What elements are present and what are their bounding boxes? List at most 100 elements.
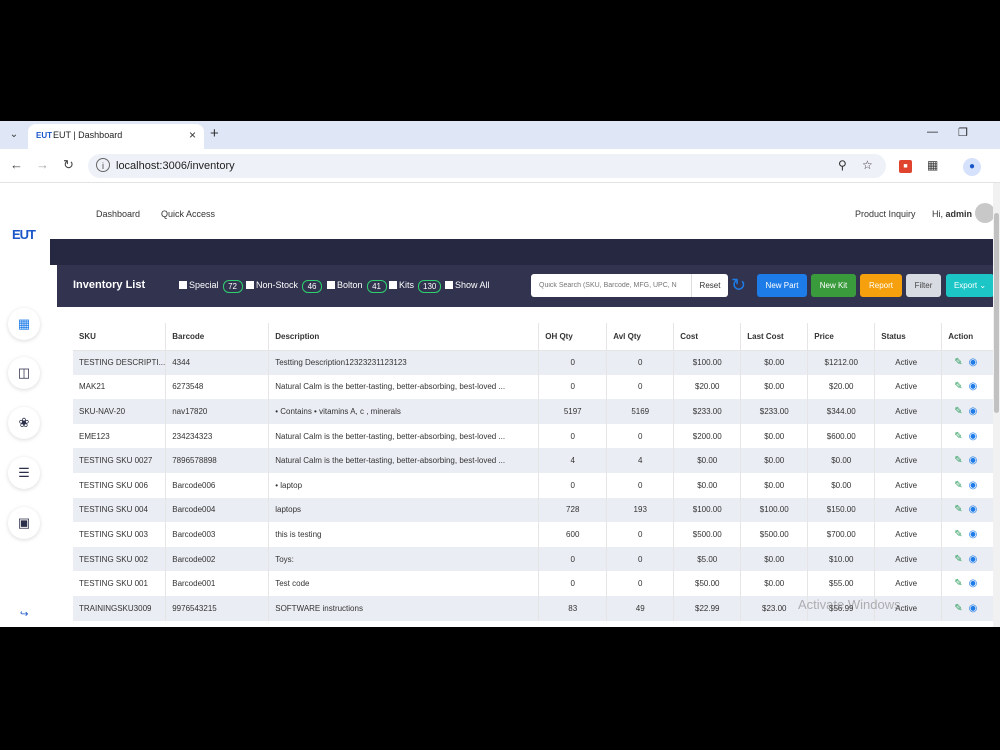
table-row[interactable]: TESTING SKU 003 Barcode003 this is testing… bbox=[73, 522, 998, 547]
logout-icon[interactable]: ↪ bbox=[20, 609, 28, 620]
tab-close-icon[interactable]: × bbox=[189, 128, 196, 142]
edit-pencil-icon[interactable]: ✎ bbox=[954, 603, 962, 614]
edit-pencil-icon[interactable]: ✎ bbox=[954, 504, 962, 515]
view-eye-icon[interactable]: ◉ bbox=[969, 431, 978, 442]
col-header-cost[interactable]: Cost bbox=[673, 323, 742, 351]
table-row[interactable]: TESTING SKU 001 Barcode001 Test code 0 0 $50.… bbox=[73, 571, 998, 596]
view-eye-icon[interactable]: ◉ bbox=[969, 554, 978, 565]
view-eye-icon[interactable]: ◉ bbox=[969, 406, 978, 417]
show-all-checkbox[interactable] bbox=[445, 281, 453, 289]
user-name[interactable]: admin bbox=[946, 209, 973, 219]
report-button[interactable]: Report bbox=[860, 274, 902, 297]
edit-pencil-icon[interactable]: ✎ bbox=[954, 554, 962, 565]
cell-description: this is testing bbox=[268, 522, 540, 547]
view-eye-icon[interactable]: ◉ bbox=[969, 603, 978, 614]
view-eye-icon[interactable]: ◉ bbox=[969, 504, 978, 515]
col-header-last-cost[interactable]: Last Cost bbox=[740, 323, 809, 351]
site-info-icon[interactable]: i bbox=[96, 158, 110, 172]
extension-icon[interactable]: ■ bbox=[899, 160, 912, 173]
table-row[interactable]: TESTING DESCRIPTI... 4344 Testting Descrip… bbox=[73, 350, 998, 375]
back-arrow-icon[interactable]: ← bbox=[10, 157, 23, 172]
view-eye-icon[interactable]: ◉ bbox=[969, 578, 978, 589]
bookmark-star-icon[interactable]: ☆ bbox=[862, 158, 873, 172]
briefcase-icon[interactable]: ▣ bbox=[8, 507, 40, 539]
edit-pencil-icon[interactable]: ✎ bbox=[954, 431, 962, 442]
restore-icon[interactable]: ❐ bbox=[958, 126, 968, 139]
forward-arrow-icon[interactable]: → bbox=[36, 157, 49, 172]
edit-pencil-icon[interactable]: ✎ bbox=[954, 357, 962, 368]
view-eye-icon[interactable]: ◉ bbox=[969, 455, 978, 466]
cell-avl-qty: 0 bbox=[606, 571, 675, 596]
new-kit-button[interactable]: New Kit bbox=[811, 274, 856, 297]
table-row[interactable]: MAK21 6273548 Natural Calm is the better-t… bbox=[73, 374, 998, 400]
export-button[interactable]: Export ⌄ bbox=[946, 274, 994, 297]
zoom-icon[interactable]: ⚲ bbox=[838, 158, 847, 172]
edit-pencil-icon[interactable]: ✎ bbox=[954, 578, 962, 589]
table-row[interactable]: SKU-NAV-20 nav17820 • Contains • vitamins … bbox=[73, 399, 998, 424]
dashboard-grid-icon[interactable]: ▦ bbox=[8, 308, 40, 340]
cell-description: Testting Description12323231123123 bbox=[268, 350, 540, 375]
extensions-puzzle-icon[interactable]: ▦ bbox=[927, 158, 938, 172]
profile-icon[interactable]: ● bbox=[963, 158, 981, 176]
omnibox[interactable]: i localhost:3006/inventory ⚲ ☆ bbox=[88, 154, 886, 178]
page-scrollbar[interactable] bbox=[993, 183, 1000, 627]
col-header-status[interactable]: Status bbox=[874, 323, 943, 351]
filter-bolton[interactable]: Bolton 41 bbox=[327, 280, 387, 294]
cell-barcode: 6273548 bbox=[165, 374, 270, 400]
cell-barcode: Barcode006 bbox=[165, 472, 270, 498]
view-eye-icon[interactable]: ◉ bbox=[969, 480, 978, 491]
col-header-barcode[interactable]: Barcode bbox=[165, 323, 270, 351]
col-header-avl-qty[interactable]: Avl Qty bbox=[606, 323, 675, 351]
refresh-icon[interactable]: ↻ bbox=[731, 275, 746, 295]
browser-tab[interactable]: EUT EUT | Dashboard × bbox=[28, 124, 204, 149]
view-eye-icon[interactable]: ◉ bbox=[969, 381, 978, 392]
new-part-button[interactable]: New Part bbox=[757, 274, 807, 297]
scrollbar-thumb[interactable] bbox=[994, 213, 999, 413]
edit-pencil-icon[interactable]: ✎ bbox=[954, 529, 962, 540]
table-row[interactable]: TESTING SKU 006 Barcode006 • laptop 0 0 $0.00… bbox=[73, 472, 998, 498]
filter-label: Non-Stock bbox=[256, 280, 299, 290]
cell-cost: $5.00 bbox=[673, 546, 742, 572]
settings-wheel-icon[interactable]: ❀ bbox=[8, 407, 40, 439]
reset-button[interactable]: Reset bbox=[691, 274, 728, 297]
cell-description: • Contains • vitamins A, c , minerals bbox=[268, 399, 540, 424]
edit-pencil-icon[interactable]: ✎ bbox=[954, 480, 962, 491]
special-checkbox[interactable] bbox=[179, 281, 187, 289]
reload-icon[interactable]: ↻ bbox=[63, 157, 74, 173]
filter-show-all[interactable]: Show All bbox=[445, 280, 490, 294]
col-header-oh-qty[interactable]: OH Qty bbox=[538, 323, 608, 351]
view-eye-icon[interactable]: ◉ bbox=[969, 529, 978, 540]
col-header-description[interactable]: Description bbox=[268, 323, 540, 351]
table-row[interactable]: EME123 234234323 Natural Calm is the bette… bbox=[73, 423, 998, 449]
edit-pencil-icon[interactable]: ✎ bbox=[954, 406, 962, 417]
quick-search-input[interactable] bbox=[531, 274, 691, 297]
cell-cost: $500.00 bbox=[673, 522, 742, 547]
avatar[interactable] bbox=[975, 203, 995, 223]
nav-dashboard[interactable]: Dashboard bbox=[96, 209, 140, 219]
tab-list-chevron-icon[interactable]: ⌄ bbox=[4, 126, 24, 144]
new-tab-plus-icon[interactable]: + bbox=[210, 125, 219, 142]
table-row[interactable]: TESTING SKU 004 Barcode004 laptops 728 193 $1… bbox=[73, 497, 998, 523]
url-text[interactable]: localhost:3006/inventory bbox=[116, 160, 235, 172]
col-header-sku[interactable]: SKU bbox=[73, 323, 167, 351]
view-eye-icon[interactable]: ◉ bbox=[969, 357, 978, 368]
filter-button[interactable]: Filter bbox=[906, 274, 941, 297]
edit-pencil-icon[interactable]: ✎ bbox=[954, 455, 962, 466]
layers-icon[interactable]: ☰ bbox=[8, 457, 40, 489]
kits-checkbox[interactable] bbox=[389, 281, 397, 289]
cell-status: Active bbox=[874, 448, 943, 473]
cell-cost: $20.00 bbox=[673, 374, 742, 400]
edit-pencil-icon[interactable]: ✎ bbox=[954, 381, 962, 392]
nav-product-inquiry[interactable]: Product Inquiry bbox=[855, 209, 916, 219]
col-header-price[interactable]: Price bbox=[807, 323, 876, 351]
non-stock-checkbox[interactable] bbox=[246, 281, 254, 289]
gift-icon[interactable]: ◫ bbox=[8, 357, 40, 389]
table-row[interactable]: TESTING SKU 002 Barcode002 Toys: 0 0 $5.00 $0.… bbox=[73, 546, 998, 572]
filter-special[interactable]: Special 72 bbox=[179, 280, 243, 294]
bolton-checkbox[interactable] bbox=[327, 281, 335, 289]
filter-kits[interactable]: Kits 130 bbox=[389, 280, 442, 294]
filter-non-stock[interactable]: Non-Stock 46 bbox=[246, 280, 323, 294]
nav-quick-access[interactable]: Quick Access bbox=[161, 209, 215, 219]
table-row[interactable]: TESTING SKU 0027 7896578898 Natural Calm i… bbox=[73, 448, 998, 473]
minimize-icon[interactable]: — bbox=[927, 126, 938, 138]
